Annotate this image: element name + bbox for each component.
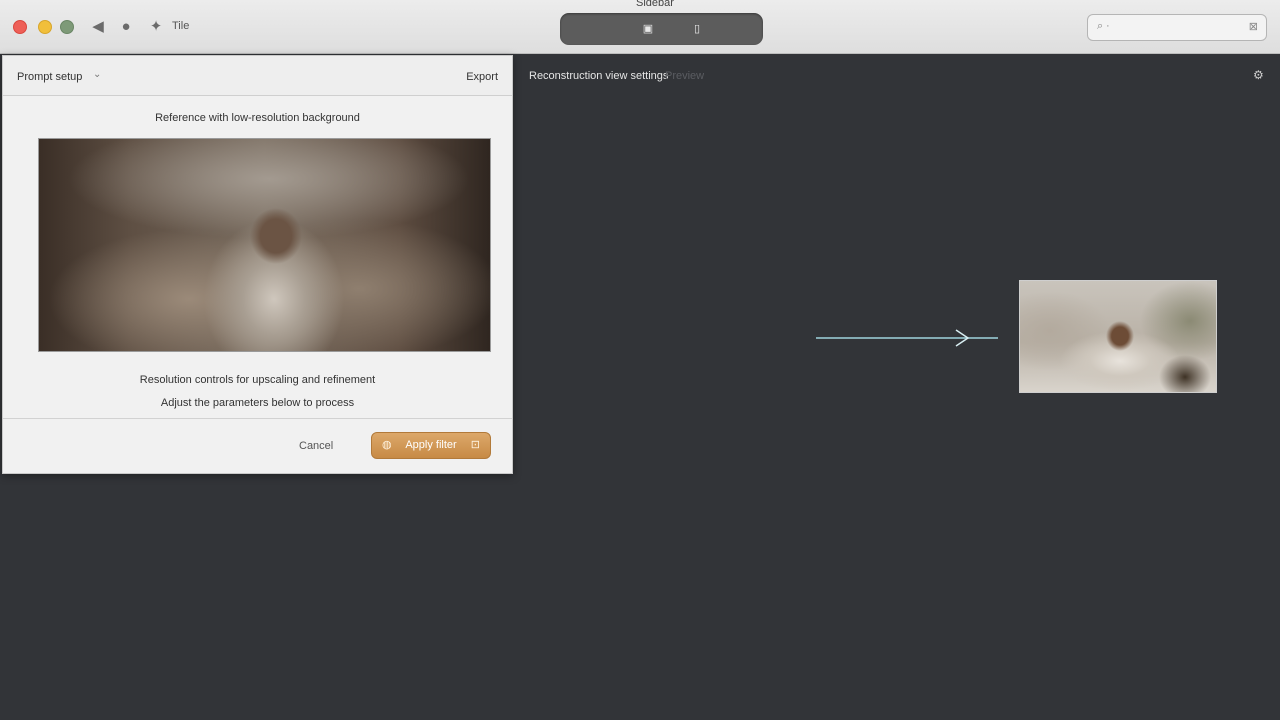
- options-icon: ⊡: [470, 439, 480, 451]
- cancel-button[interactable]: Cancel: [299, 440, 333, 452]
- description-line-2: Adjust the parameters below to process: [160, 397, 355, 409]
- apply-button-label: Apply filter: [405, 439, 457, 451]
- prompt-panel: Prompt setup ⌄ Export Reference with low…: [2, 55, 513, 474]
- flow-arrow-icon: [816, 329, 998, 347]
- canvas-header-secondary: Preview: [665, 70, 705, 82]
- export-button[interactable]: Export: [466, 71, 498, 83]
- clear-search-icon[interactable]: ⊠: [1249, 20, 1258, 33]
- search-input[interactable]: [1118, 20, 1238, 36]
- minimize-window-button[interactable]: [38, 20, 52, 34]
- maximize-window-button[interactable]: [60, 20, 74, 34]
- back-arrow-icon[interactable]: ◀: [88, 17, 108, 37]
- tool-icon[interactable]: ✦: [146, 17, 166, 37]
- close-window-button[interactable]: [13, 20, 27, 34]
- wand-icon: ◍: [382, 439, 392, 451]
- output-image[interactable]: [1019, 280, 1217, 393]
- canvas-header: Reconstruction view settings: [529, 70, 669, 82]
- chevron-down-icon[interactable]: ⌄: [93, 69, 101, 80]
- search-icon: ⌕: [1097, 20, 1104, 32]
- info-icon[interactable]: ●: [116, 17, 136, 37]
- title-bar: ◀ ● ✦ Tile Sidebar ▣ ▯ ⌕ · ⊠: [0, 0, 1280, 54]
- image-caption: Reference with low-resolution background: [155, 112, 360, 124]
- description-line-1: Resolution controls for upscaling and re…: [139, 374, 376, 386]
- scope-icon: ·: [1106, 20, 1110, 32]
- footer-divider: [3, 418, 512, 419]
- segment-right-button[interactable]: ▯: [689, 21, 705, 37]
- window-title: Sidebar: [636, 0, 674, 9]
- apply-button[interactable]: ◍ Apply filter ⊡: [371, 432, 491, 459]
- view-segmented-control: ▣ ▯: [560, 13, 763, 45]
- panel-title[interactable]: Prompt setup: [17, 71, 82, 83]
- reference-image[interactable]: [38, 138, 491, 352]
- search-field[interactable]: ⌕ · ⊠: [1087, 14, 1267, 41]
- settings-icon[interactable]: ⚙: [1253, 68, 1264, 82]
- tool-label[interactable]: Tile: [172, 20, 189, 32]
- segment-left-button[interactable]: ▣: [640, 21, 656, 37]
- panel-header: Prompt setup ⌄ Export: [3, 56, 512, 96]
